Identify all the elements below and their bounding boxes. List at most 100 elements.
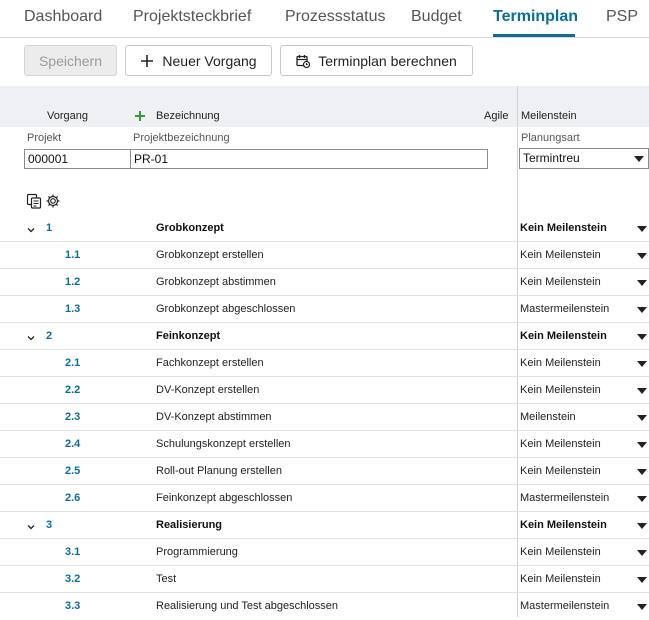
dropdown-arrow-icon[interactable] xyxy=(637,442,647,448)
task-name[interactable]: DV-Konzept erstellen xyxy=(156,384,259,396)
projektbezeichnung-field[interactable]: PR-01 xyxy=(130,149,488,169)
tab-terminplan[interactable]: Terminplan xyxy=(493,8,578,26)
dropdown-arrow-icon[interactable] xyxy=(637,577,647,583)
dropdown-arrow-icon[interactable] xyxy=(637,415,647,421)
task-name[interactable]: Fachkonzept erstellen xyxy=(156,357,264,369)
dropdown-arrow-icon[interactable] xyxy=(637,280,647,286)
table-row[interactable]: 1.2 Grobkonzept abstimmen Kein Meilenste… xyxy=(0,269,649,296)
task-name[interactable]: Roll-out Planung erstellen xyxy=(156,465,282,477)
milestone-value[interactable]: Mastermeilenstein xyxy=(520,600,609,612)
planungsart-select[interactable]: Termintreu xyxy=(519,148,649,169)
projekt-field[interactable]: 000001 xyxy=(24,149,131,169)
task-name[interactable]: Grobkonzept erstellen xyxy=(156,249,264,261)
task-number[interactable]: 2.1 xyxy=(65,357,80,369)
task-name[interactable]: Test xyxy=(156,573,176,585)
dropdown-arrow-icon[interactable] xyxy=(637,388,647,394)
table-row[interactable]: 3.1 Programmierung Kein Meilenstein xyxy=(0,539,649,566)
task-name[interactable]: Programmierung xyxy=(156,546,238,558)
task-number[interactable]: 3.3 xyxy=(65,600,80,612)
projekt-label: Projekt xyxy=(27,132,62,144)
dropdown-arrow-icon[interactable] xyxy=(637,253,647,259)
task-name[interactable]: Feinkonzept abgeschlossen xyxy=(156,492,292,504)
dropdown-arrow-icon[interactable] xyxy=(637,307,647,313)
table-row[interactable]: 2.2 DV-Konzept erstellen Kein Meilenstei… xyxy=(0,377,649,404)
table-row[interactable]: 2 Feinkonzept Kein Meilenstein xyxy=(0,323,649,350)
milestone-value[interactable]: Kein Meilenstein xyxy=(520,222,607,234)
calculate-schedule-button[interactable]: Terminplan berechnen xyxy=(280,45,473,76)
tab-budget[interactable]: Budget xyxy=(411,8,462,26)
dropdown-arrow-icon[interactable] xyxy=(637,604,647,610)
dropdown-arrow-icon[interactable] xyxy=(637,334,647,340)
task-number[interactable]: 1.1 xyxy=(65,249,80,261)
task-number[interactable]: 1.2 xyxy=(65,276,80,288)
milestone-value[interactable]: Mastermeilenstein xyxy=(520,303,609,315)
task-number[interactable]: 2 xyxy=(46,330,52,342)
task-name[interactable]: Grobkonzept abstimmen xyxy=(156,276,276,288)
table-row[interactable]: 3.3 Realisierung und Test abgeschlossen … xyxy=(0,593,649,620)
tree-toolbar xyxy=(26,193,61,214)
task-number[interactable]: 1 xyxy=(46,222,52,234)
column-header-vorgang[interactable]: Vorgang xyxy=(47,110,88,122)
milestone-value[interactable]: Kein Meilenstein xyxy=(520,357,601,369)
task-number[interactable]: 1.3 xyxy=(65,303,80,315)
table-row[interactable]: 1.1 Grobkonzept erstellen Kein Meilenste… xyxy=(0,242,649,269)
dropdown-arrow-icon[interactable] xyxy=(637,469,647,475)
gear-icon[interactable] xyxy=(45,193,61,214)
dropdown-arrow-icon[interactable] xyxy=(637,496,647,502)
milestone-value[interactable]: Kein Meilenstein xyxy=(520,438,601,450)
milestone-value[interactable]: Kein Meilenstein xyxy=(520,546,601,558)
task-name[interactable]: Feinkonzept xyxy=(156,330,220,342)
task-name[interactable]: Schulungskonzept erstellen xyxy=(156,438,291,450)
column-header-agile[interactable]: Agile xyxy=(484,110,508,122)
milestone-value[interactable]: Kein Meilenstein xyxy=(520,573,601,585)
milestone-value[interactable]: Mastermeilenstein xyxy=(520,492,609,504)
dropdown-arrow-icon[interactable] xyxy=(637,361,647,367)
dropdown-arrow-icon[interactable] xyxy=(637,550,647,556)
task-number[interactable]: 2.6 xyxy=(65,492,80,504)
milestone-value[interactable]: Kein Meilenstein xyxy=(520,330,607,342)
task-number[interactable]: 3 xyxy=(46,519,52,531)
column-header-meilenstein[interactable]: Meilenstein xyxy=(521,110,577,122)
tab-prozessstatus[interactable]: Prozessstatus xyxy=(285,8,385,26)
table-row[interactable]: 3.2 Test Kein Meilenstein xyxy=(0,566,649,593)
chevron-down-icon[interactable] xyxy=(26,222,36,233)
table-row[interactable]: 2.3 DV-Konzept abstimmen Meilenstein xyxy=(0,404,649,431)
milestone-value[interactable]: Kein Meilenstein xyxy=(520,465,601,477)
tab-projektsteckbrief[interactable]: Projektsteckbrief xyxy=(133,8,251,26)
table-row[interactable]: 2.5 Roll-out Planung erstellen Kein Meil… xyxy=(0,458,649,485)
table-row[interactable]: 2.1 Fachkonzept erstellen Kein Meilenste… xyxy=(0,350,649,377)
milestone-value[interactable]: Kein Meilenstein xyxy=(520,519,607,531)
task-number[interactable]: 3.2 xyxy=(65,573,80,585)
task-name[interactable]: DV-Konzept abstimmen xyxy=(156,411,272,423)
add-row-icon[interactable] xyxy=(134,109,146,127)
tab-dashboard[interactable]: Dashboard xyxy=(24,8,102,26)
task-number[interactable]: 3.1 xyxy=(65,546,80,558)
table-row[interactable]: 2.4 Schulungskonzept erstellen Kein Meil… xyxy=(0,431,649,458)
save-button[interactable]: Speichern xyxy=(24,45,117,76)
milestone-value[interactable]: Kein Meilenstein xyxy=(520,384,601,396)
task-name[interactable]: Grobkonzept abgeschlossen xyxy=(156,303,295,315)
task-number[interactable]: 2.2 xyxy=(65,384,80,396)
milestone-value[interactable]: Kein Meilenstein xyxy=(520,276,601,288)
milestone-value[interactable]: Meilenstein xyxy=(520,411,576,423)
new-task-button[interactable]: Neuer Vorgang xyxy=(125,45,272,76)
chevron-down-icon[interactable] xyxy=(26,330,36,341)
dropdown-arrow-icon[interactable] xyxy=(637,226,647,232)
column-header-bezeichnung[interactable]: Bezeichnung xyxy=(156,110,220,122)
table-row[interactable]: 1 Grobkonzept Kein Meilenstein xyxy=(0,215,649,242)
tab-psp[interactable]: PSP xyxy=(606,8,638,26)
table-row[interactable]: 3 Realisierung Kein Meilenstein xyxy=(0,512,649,539)
task-number[interactable]: 2.5 xyxy=(65,465,80,477)
table-row[interactable]: 2.6 Feinkonzept abgeschlossen Mastermeil… xyxy=(0,485,649,512)
task-name[interactable]: Grobkonzept xyxy=(156,222,224,234)
milestone-value[interactable]: Kein Meilenstein xyxy=(520,249,601,261)
task-number[interactable]: 2.3 xyxy=(65,411,80,423)
task-name[interactable]: Realisierung und Test abgeschlossen xyxy=(156,600,338,612)
calendar-clock-icon xyxy=(296,54,311,68)
table-row[interactable]: 1.3 Grobkonzept abgeschlossen Mastermeil… xyxy=(0,296,649,323)
task-name[interactable]: Realisierung xyxy=(156,519,222,531)
task-number[interactable]: 2.4 xyxy=(65,438,80,450)
dropdown-arrow-icon[interactable] xyxy=(637,523,647,529)
copy-icon[interactable] xyxy=(26,193,42,214)
chevron-down-icon[interactable] xyxy=(26,519,36,530)
